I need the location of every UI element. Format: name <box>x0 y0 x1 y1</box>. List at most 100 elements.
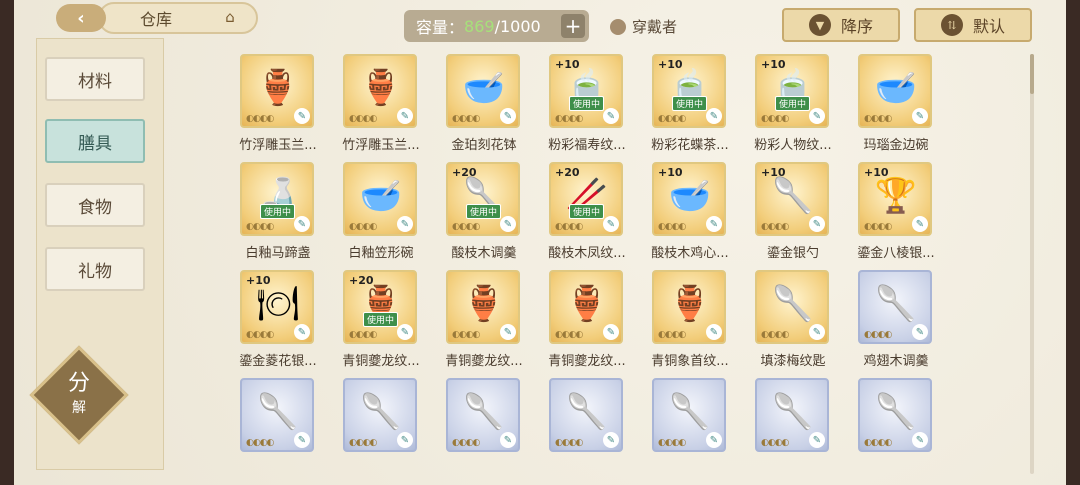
item-slot[interactable]: 🍶 使用中 ◐◐◐◐ ✎ 白釉马蹄盏 <box>240 162 336 262</box>
item-slot[interactable]: 🥄 ◐◐◐◐ ✎ <box>446 378 542 478</box>
item-card[interactable]: +10 🥣 ◐◐◐◐ ✎ <box>652 162 726 236</box>
item-slot[interactable]: 🥣 ◐◐◐◐ ✎ 金珀刻花钵 <box>446 54 542 154</box>
sort-default-button[interactable]: ⇅ 默认 <box>914 8 1032 42</box>
tableware-icon: 🥣 <box>462 68 506 108</box>
item-card[interactable]: 🥄 ◐◐◐◐ ✎ <box>240 378 314 452</box>
item-card[interactable]: 🥄 ◐◐◐◐ ✎ <box>446 378 520 452</box>
item-name: 玛瑙金边碗 <box>863 138 929 153</box>
item-slot[interactable]: +20 🏺 使用中 ◐◐◐◐ ✎ 青铜夔龙纹... <box>342 270 439 370</box>
item-card[interactable]: 🥄 ◐◐◐◐ ✎ <box>858 270 932 344</box>
title-bar: 仓库 ‹ ⌂ <box>14 0 274 36</box>
item-card[interactable]: 🥣 ◐◐◐◐ ✎ <box>446 54 520 128</box>
item-card[interactable]: +10 🍵 使用中 ◐◐◐◐ ✎ <box>652 54 726 128</box>
item-card[interactable]: 🥄 ◐◐◐◐ ✎ <box>755 378 829 452</box>
item-card[interactable]: 🥄 ◐◐◐◐ ✎ <box>343 378 417 452</box>
expand-capacity-button[interactable]: + <box>561 14 585 38</box>
item-slot[interactable]: 🥄 ◐◐◐◐ ✎ <box>549 378 645 478</box>
item-card[interactable]: 🥄 ◐◐◐◐ ✎ <box>755 270 829 344</box>
item-slot[interactable]: 🥄 ◐◐◐◐ ✎ <box>343 378 439 478</box>
capacity-display: 容量： 869 /1000 + <box>404 10 589 42</box>
tableware-icon: 🥄 <box>771 176 815 216</box>
item-slot[interactable]: 🥣 ◐◐◐◐ ✎ 白釉笠形碗 <box>343 162 439 262</box>
star-rating-icon: ◐◐◐◐ <box>452 438 480 448</box>
item-card[interactable]: +10 🏆 ◐◐◐◐ ✎ <box>858 162 932 236</box>
item-card[interactable]: 🥣 ◐◐◐◐ ✎ <box>343 162 417 236</box>
item-slot[interactable]: +10 🍵 使用中 ◐◐◐◐ ✎ 粉彩福寿纹... <box>548 54 645 154</box>
swap-icon: ⇅ <box>940 14 963 36</box>
sidebar-item-gifts[interactable]: 礼物 <box>45 247 145 291</box>
item-card[interactable]: +10 🍵 使用中 ◐◐◐◐ ✎ <box>755 54 829 128</box>
utensil-type-icon: ✎ <box>809 324 825 340</box>
item-card[interactable]: 🥣 ◐◐◐◐ ✎ <box>858 54 932 128</box>
item-slot[interactable]: +10 🍵 使用中 ◐◐◐◐ ✎ 粉彩花蝶茶... <box>651 54 748 154</box>
item-slot[interactable]: +10 🍵 使用中 ◐◐◐◐ ✎ 粉彩人物纹... <box>754 54 851 154</box>
sidebar-item-tableware[interactable]: 膳具 <box>45 119 145 163</box>
tableware-icon: 🏺 <box>668 284 712 324</box>
utensil-type-icon: ✎ <box>706 108 722 124</box>
star-rating-icon: ◐◐◐◐ <box>246 330 274 340</box>
in-use-badge: 使用中 <box>775 96 811 111</box>
item-card[interactable]: +10 🍵 使用中 ◐◐◐◐ ✎ <box>549 54 623 128</box>
item-card[interactable]: 🥄 ◐◐◐◐ ✎ <box>652 378 726 452</box>
item-slot[interactable]: +20 🥢 使用中 ◐◐◐◐ ✎ 酸枝木凤纹... <box>548 162 645 262</box>
scrollbar[interactable] <box>1030 54 1034 474</box>
item-card[interactable]: 🏺 ◐◐◐◐ ✎ <box>446 270 520 344</box>
item-slot[interactable]: 🥄 ◐◐◐◐ ✎ <box>240 378 336 478</box>
utensil-type-icon: ✎ <box>912 324 928 340</box>
sidebar-item-materials[interactable]: 材料 <box>45 57 145 101</box>
item-slot[interactable]: 🏺 ◐◐◐◐ ✎ 青铜夔龙纹... <box>445 270 542 370</box>
sidebar-item-food[interactable]: 食物 <box>45 183 145 227</box>
item-name: 酸枝木凤纹... <box>548 246 626 261</box>
item-name: 青铜象首纹... <box>651 354 729 369</box>
tableware-icon: 🍽 <box>256 284 300 324</box>
in-use-badge: 使用中 <box>569 96 605 111</box>
item-slot[interactable]: 🥄 ◐◐◐◐ ✎ 填漆梅纹匙 <box>755 270 851 370</box>
item-slot[interactable]: 🥣 ◐◐◐◐ ✎ 玛瑙金边碗 <box>858 54 954 154</box>
item-slot[interactable]: 🏺 ◐◐◐◐ ✎ 青铜夔龙纹... <box>548 270 645 370</box>
item-slot[interactable]: 🥄 ◐◐◐◐ ✎ <box>858 378 954 478</box>
item-name: 粉彩花蝶茶... <box>651 138 729 153</box>
item-slot[interactable]: 🏺 ◐◐◐◐ ✎ 竹浮雕玉兰... <box>342 54 439 154</box>
utensil-type-icon: ✎ <box>706 432 722 448</box>
item-slot[interactable]: 🥄 ◐◐◐◐ ✎ 鸡翅木调羹 <box>858 270 954 370</box>
item-card[interactable]: +10 🥄 ◐◐◐◐ ✎ <box>755 162 829 236</box>
item-card[interactable]: 🏺 ◐◐◐◐ ✎ <box>549 270 623 344</box>
item-slot[interactable]: +20 🥄 使用中 ◐◐◐◐ ✎ 酸枝木调羹 <box>446 162 542 262</box>
sort-desc-button[interactable]: ▼ 降序 <box>782 8 900 42</box>
star-rating-icon: ◐◐◐◐ <box>658 438 686 448</box>
item-name: 粉彩福寿纹... <box>548 138 626 153</box>
tableware-icon: 🥣 <box>668 176 712 216</box>
item-slot[interactable]: 🏺 ◐◐◐◐ ✎ 青铜象首纹... <box>651 270 748 370</box>
item-slot[interactable]: +10 🥄 ◐◐◐◐ ✎ 鎏金银勺 <box>755 162 851 262</box>
item-slot[interactable]: +10 🥣 ◐◐◐◐ ✎ 酸枝木鸡心... <box>651 162 748 262</box>
item-slot[interactable]: 🥄 ◐◐◐◐ ✎ <box>652 378 748 478</box>
tableware-icon: 🥄 <box>874 392 918 432</box>
wearer-toggle[interactable]: 穿戴者 <box>610 16 677 37</box>
item-card[interactable]: 🏺 ◐◐◐◐ ✎ <box>240 54 314 128</box>
item-name: 鎏金菱花银... <box>239 354 317 369</box>
item-card[interactable]: 🏺 ◐◐◐◐ ✎ <box>652 270 726 344</box>
item-card[interactable]: 🥄 ◐◐◐◐ ✎ <box>858 378 932 452</box>
item-name: 白釉马蹄盏 <box>245 246 311 261</box>
item-card[interactable]: +10 🍽 ◐◐◐◐ ✎ <box>240 270 314 344</box>
star-rating-icon: ◐◐◐◐ <box>452 330 480 340</box>
item-name: 金珀刻花钵 <box>451 138 517 153</box>
item-name: 鎏金银勺 <box>766 246 819 261</box>
item-card[interactable]: 🥄 ◐◐◐◐ ✎ <box>549 378 623 452</box>
item-card[interactable]: 🍶 使用中 ◐◐◐◐ ✎ <box>240 162 314 236</box>
item-card[interactable]: +20 🥢 使用中 ◐◐◐◐ ✎ <box>549 162 623 236</box>
decompose-main-text: 分 <box>67 371 90 396</box>
item-slot[interactable]: +10 🏆 ◐◐◐◐ ✎ 鎏金八棱银... <box>857 162 954 262</box>
item-slot[interactable]: 🏺 ◐◐◐◐ ✎ 竹浮雕玉兰... <box>239 54 336 154</box>
item-card[interactable]: +20 🏺 使用中 ◐◐◐◐ ✎ <box>343 270 417 344</box>
item-slot[interactable]: +10 🍽 ◐◐◐◐ ✎ 鎏金菱花银... <box>239 270 336 370</box>
scrollbar-thumb[interactable] <box>1030 54 1034 94</box>
item-name: 青铜夔龙纹... <box>548 354 626 369</box>
item-slot[interactable]: 🥄 ◐◐◐◐ ✎ <box>755 378 851 478</box>
item-card[interactable]: +20 🥄 使用中 ◐◐◐◐ ✎ <box>446 162 520 236</box>
utensil-type-icon: ✎ <box>500 324 516 340</box>
item-name: 鸡翅木调羹 <box>863 354 929 369</box>
back-button[interactable]: ‹ <box>56 4 106 32</box>
radio-dot-icon <box>610 18 626 35</box>
item-card[interactable]: 🏺 ◐◐◐◐ ✎ <box>343 54 417 128</box>
